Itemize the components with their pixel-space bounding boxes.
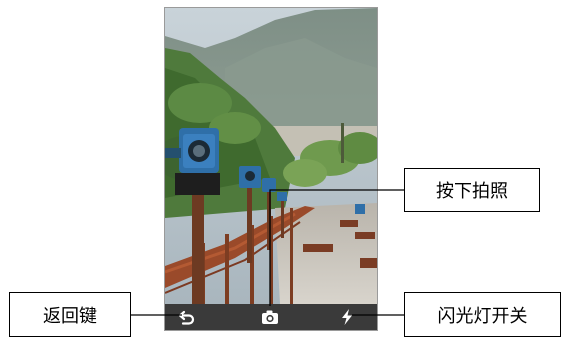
back-key-callout: 返回键 xyxy=(9,292,131,337)
shutter-callout-label: 按下拍照 xyxy=(436,181,508,202)
flash-callout-label: 闪光灯开关 xyxy=(437,305,528,327)
flash-callout: 闪光灯开关 xyxy=(404,292,561,337)
lightning-bolt-icon[interactable] xyxy=(337,308,357,326)
shutter-callout: 按下拍照 xyxy=(404,168,540,212)
back-arrow-icon[interactable] xyxy=(177,308,197,326)
back-key-callout-label: 返回键 xyxy=(43,305,97,327)
camera-icon[interactable] xyxy=(260,308,280,326)
phone-screen xyxy=(164,7,378,331)
camera-bottom-bar xyxy=(165,304,377,330)
camera-preview-photo xyxy=(165,8,377,304)
